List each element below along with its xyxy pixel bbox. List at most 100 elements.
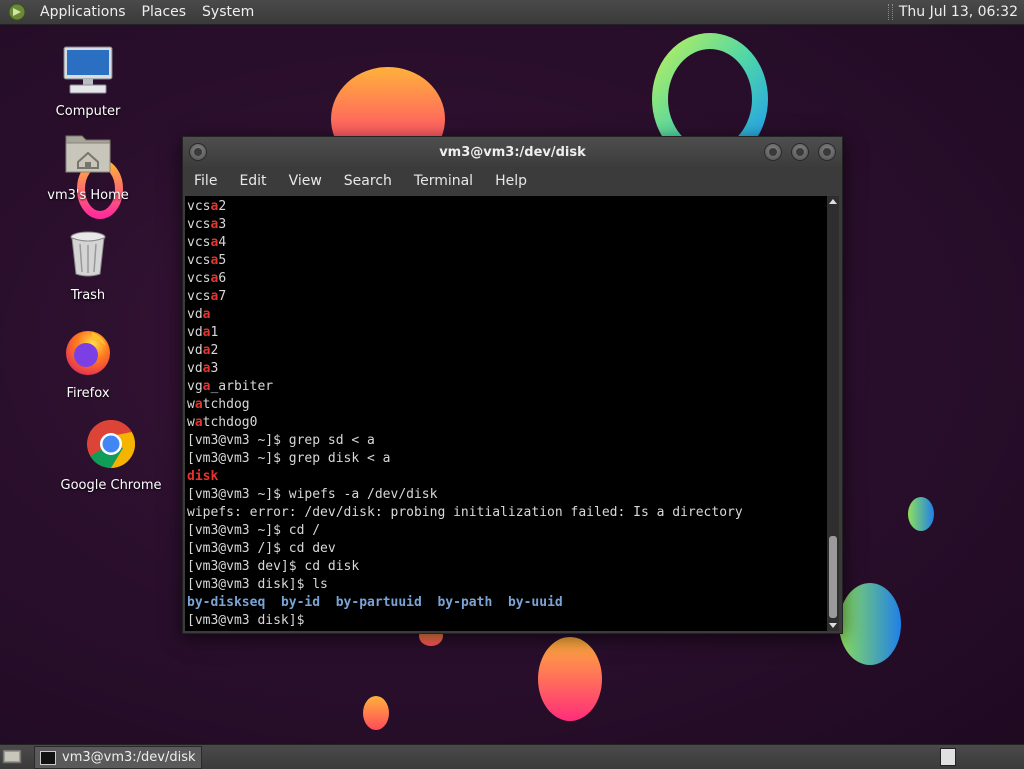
terminal-line: vda3	[187, 360, 743, 378]
terminal-text: w	[187, 397, 195, 412]
menu-help[interactable]: Help	[484, 167, 538, 195]
mate-logo-icon[interactable]	[8, 3, 26, 21]
terminal-line: [vm3@vm3 ~]$ grep disk < a	[187, 450, 743, 468]
terminal-text: vd	[187, 325, 203, 340]
desktop-icon-home[interactable]: vm3's Home	[38, 128, 138, 203]
terminal-text: a	[194, 415, 203, 430]
terminal-text: vcs	[187, 235, 211, 250]
firefox-icon	[66, 331, 110, 375]
orange-oval	[538, 637, 602, 721]
terminal-output[interactable]: vcsa2 vcsa3 vcsa4 vcsa5 vcsa6 vcsa7 vda vda1 vda…	[185, 196, 827, 631]
window-title: vm3@vm3:/dev/disk	[439, 145, 586, 160]
terminal-text: 3	[210, 361, 219, 376]
terminal-line: [vm3@vm3 ~]$ wipefs -a /dev/disk	[187, 486, 743, 504]
terminal-line: vcsa3	[187, 216, 743, 234]
close-button[interactable]	[818, 143, 836, 161]
terminal-text: by-id	[280, 595, 321, 610]
terminal-text: 4	[218, 235, 227, 250]
terminal-text: by-uuid	[507, 595, 563, 610]
menu-search[interactable]: Search	[333, 167, 403, 195]
terminal-text: 7	[218, 289, 227, 304]
desktop-icon-firefox[interactable]: Firefox	[38, 326, 138, 401]
terminal-text: by-partuuid	[335, 595, 422, 610]
places-menu[interactable]: Places	[134, 0, 195, 24]
terminal-lines: vcsa2 vcsa3 vcsa4 vcsa5 vcsa6 vcsa7 vda vda1 vda…	[187, 198, 743, 630]
clock[interactable]: Thu Jul 13, 06:32	[899, 4, 1024, 20]
terminal-text: vd	[187, 307, 203, 322]
scroll-up-arrow-icon[interactable]	[829, 199, 837, 204]
terminal-line: vcsa2	[187, 198, 743, 216]
terminal-text: 2	[218, 199, 227, 214]
terminal-text: disk	[187, 469, 219, 484]
terminal-line: vcsa6	[187, 270, 743, 288]
terminal-line: by-diskseq by-id by-partuuid by-path by-…	[187, 594, 743, 612]
terminal-text: tchdog	[202, 397, 250, 412]
terminal-text: tchdog0	[202, 415, 258, 430]
terminal-line: vda2	[187, 342, 743, 360]
desktop-icon-label: Google Chrome	[60, 478, 162, 493]
terminal-line: [vm3@vm3 disk]$ ls	[187, 576, 743, 594]
terminal-text: vcs	[187, 199, 211, 214]
terminal-line: [vm3@vm3 ~]$ grep sd < a	[187, 432, 743, 450]
terminal-text: vcs	[187, 289, 211, 304]
maximize-button[interactable]	[791, 143, 809, 161]
terminal-text: a	[202, 307, 211, 322]
trash-icon	[70, 231, 106, 277]
terminal-window[interactable]: vm3@vm3:/dev/disk File Edit View Search …	[182, 136, 843, 634]
panel-separator	[887, 4, 893, 20]
terminal-line: disk	[187, 468, 743, 486]
desktop-icon-computer[interactable]: Computer	[38, 44, 138, 119]
terminal-text: a	[194, 397, 203, 412]
terminal-line: watchdog	[187, 396, 743, 414]
terminal-text: w	[187, 415, 195, 430]
small-orange-oval	[363, 696, 389, 730]
terminal-text: [vm3@vm3 ~]$ grep sd < a	[187, 433, 375, 448]
terminal-line: wipefs: error: /dev/disk: probing initia…	[187, 504, 743, 522]
terminal-text: 5	[218, 253, 227, 268]
terminal-line: watchdog0	[187, 414, 743, 432]
terminal-menubar: File Edit View Search Terminal Help	[183, 167, 842, 195]
scroll-down-arrow-icon[interactable]	[829, 623, 837, 628]
applications-menu[interactable]: Applications	[32, 0, 134, 24]
terminal-text: [vm3@vm3 ~]$ cd /	[187, 523, 321, 538]
terminal-titlebar[interactable]: vm3@vm3:/dev/disk	[183, 137, 842, 167]
terminal-text: vcs	[187, 217, 211, 232]
terminal-text: [vm3@vm3 disk]$ ls	[187, 577, 328, 592]
terminal-text: [vm3@vm3 dev]$ cd disk	[187, 559, 360, 574]
terminal-text: _arbiter	[210, 379, 274, 394]
terminal-text: 3	[218, 217, 227, 232]
terminal-text: 2	[210, 343, 219, 358]
terminal-text: 1	[210, 325, 219, 340]
desktop-icon-trash[interactable]: Trash	[38, 228, 138, 303]
computer-icon	[63, 46, 113, 94]
chrome-icon	[87, 420, 136, 468]
menu-view[interactable]: View	[278, 167, 333, 195]
desktop-icon-chrome[interactable]: Google Chrome	[60, 418, 162, 493]
terminal-line: vda1	[187, 324, 743, 342]
terminal-icon	[40, 750, 56, 765]
terminal-text: by-path	[437, 595, 493, 610]
desktop-icon-label: vm3's Home	[47, 188, 129, 203]
menu-terminal[interactable]: Terminal	[403, 167, 484, 195]
terminal-line: vcsa4	[187, 234, 743, 252]
blue-oval	[839, 583, 901, 665]
minimize-button[interactable]	[764, 143, 782, 161]
top-panel: Applications Places System Thu Jul 13, 0…	[0, 0, 1024, 25]
terminal-text: vg	[187, 379, 203, 394]
workspace-switcher[interactable]	[940, 748, 956, 766]
terminal-scrollbar[interactable]	[827, 196, 839, 631]
scrollbar-thumb[interactable]	[829, 536, 837, 618]
terminal-text: [vm3@vm3 ~]$ grep disk < a	[187, 451, 391, 466]
bottom-panel: vm3@vm3:/dev/disk	[0, 744, 1024, 769]
menu-file[interactable]: File	[183, 167, 228, 195]
show-desktop-icon[interactable]	[2, 748, 22, 765]
home-folder-icon	[65, 135, 111, 173]
system-menu[interactable]: System	[194, 0, 262, 24]
terminal-line: [vm3@vm3 disk]$	[187, 612, 743, 630]
terminal-line: vda	[187, 306, 743, 324]
taskbar-item-terminal[interactable]: vm3@vm3:/dev/disk	[34, 746, 202, 769]
menu-edit[interactable]: Edit	[228, 167, 277, 195]
terminal-text: by-diskseq	[187, 595, 266, 610]
